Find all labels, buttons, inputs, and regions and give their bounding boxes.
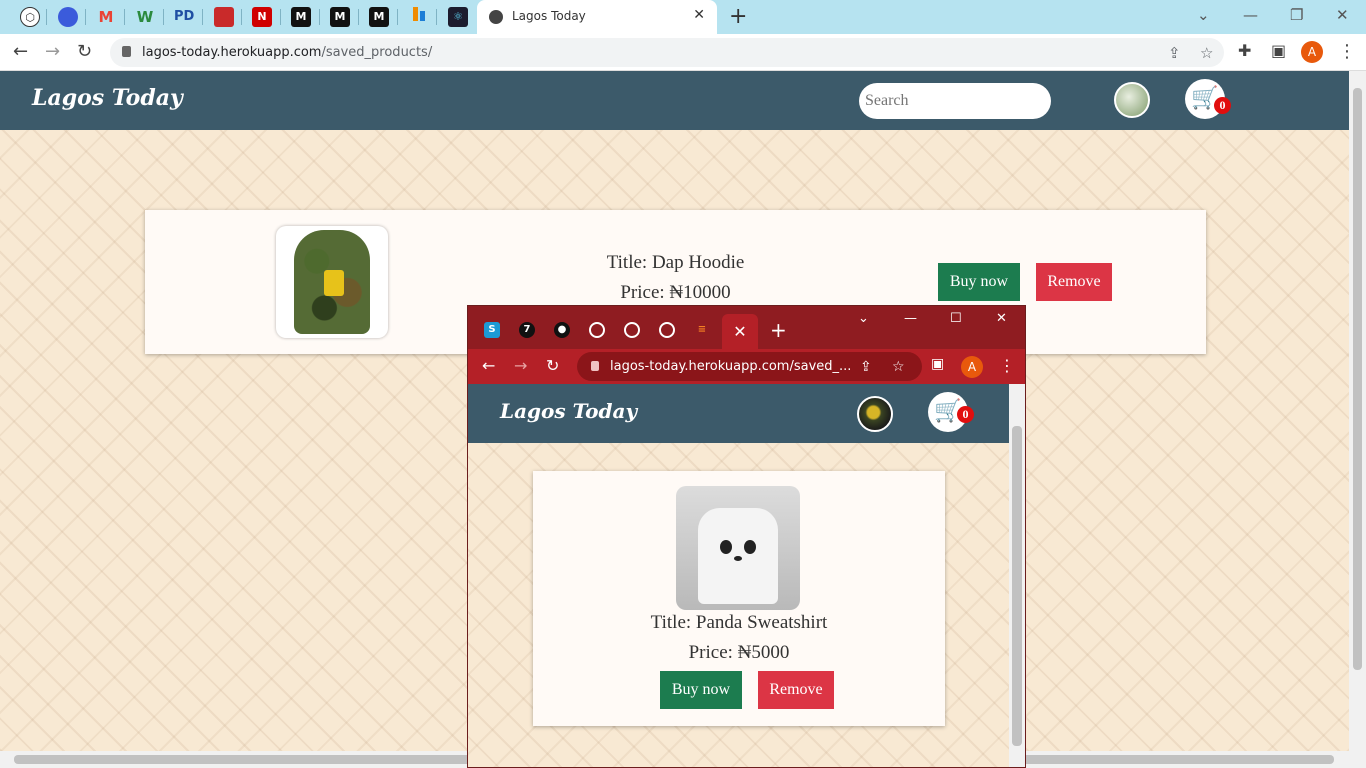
side-panel-icon[interactable]: ▣ <box>1271 41 1286 60</box>
back-icon[interactable]: ← <box>13 41 28 62</box>
forward-icon[interactable]: → <box>45 41 60 62</box>
site-navbar: Lagos Today 🛒 0 <box>0 71 1349 130</box>
overlay-new-tab-button[interactable]: + <box>770 318 787 342</box>
product-title: Title: Panda Sweatshirt <box>650 612 828 633</box>
lock-icon <box>591 361 599 371</box>
minimize-button[interactable]: — <box>1243 6 1258 24</box>
profile-avatar[interactable]: A <box>961 356 983 378</box>
globe-icon[interactable] <box>589 322 605 338</box>
address-bar[interactable]: lagos-today.herokuapp.com/saved_products… <box>110 38 1224 67</box>
reload-icon[interactable]: ↻ <box>546 356 559 375</box>
profile-avatar[interactable]: A <box>1301 41 1323 63</box>
new-tab-button[interactable]: + <box>729 4 747 29</box>
site-logo[interactable]: Lagos Today <box>32 85 183 111</box>
bookmark-star-icon[interactable]: ☆ <box>892 359 905 375</box>
overlay-page-content: Lagos Today 🛒 0 Title: Panda Sweatshirt … <box>468 384 1009 767</box>
overlay-tab-strip: S 7 ● ≡ ✕ + ⌄ — ☐ ✕ <box>468 306 1025 349</box>
product-image[interactable] <box>676 486 800 610</box>
overlay-url-text: lagos-today.herokuapp.com/saved_... <box>610 359 852 374</box>
lock-icon <box>122 46 131 57</box>
s-icon[interactable]: S <box>484 322 500 338</box>
slides-icon[interactable] <box>214 7 234 27</box>
reload-icon[interactable]: ↻ <box>77 41 92 62</box>
cart-count-badge: 0 <box>1214 97 1231 114</box>
medium-icon[interactable]: M <box>330 7 350 27</box>
tab-separator <box>280 9 281 25</box>
tab-separator <box>358 9 359 25</box>
remove-button[interactable]: Remove <box>1036 263 1112 301</box>
forward-icon[interactable]: → <box>514 356 527 375</box>
browser-toolbar: ← → ↻ lagos-today.herokuapp.com/saved_pr… <box>0 34 1366 71</box>
overlay-close-button[interactable]: ✕ <box>996 311 1007 326</box>
buy-now-button[interactable]: Buy now <box>660 671 742 709</box>
globe-icon <box>489 10 503 24</box>
user-avatar[interactable] <box>1114 82 1150 118</box>
app-icon[interactable] <box>58 7 78 27</box>
react-icon[interactable]: ⚛ <box>448 7 468 27</box>
medium-icon[interactable]: M <box>369 7 389 27</box>
medium-icon[interactable]: M <box>291 7 311 27</box>
globe-icon[interactable] <box>659 322 675 338</box>
vertical-scrollbar[interactable] <box>1349 71 1366 751</box>
remove-button[interactable]: Remove <box>758 671 834 709</box>
extension-icon[interactable]: ⬡ <box>20 7 40 27</box>
seven-icon[interactable]: 7 <box>519 322 535 338</box>
tab-separator <box>46 9 47 25</box>
overlay-toolbar: ← → ↻ lagos-today.herokuapp.com/saved_..… <box>468 349 1025 384</box>
tab-search-icon[interactable]: ⌄ <box>1197 6 1210 24</box>
globe-icon[interactable] <box>624 322 640 338</box>
tab-strip: ⬡ M W PD N M M M ⚛ Lagos Today ✕ + ⌄ — ❐… <box>0 0 1366 34</box>
tab-separator <box>124 9 125 25</box>
share-icon[interactable]: ⇪ <box>860 359 872 375</box>
side-panel-icon[interactable]: ▣ <box>931 356 944 372</box>
overlay-active-tab-close-icon[interactable]: ✕ <box>722 314 758 349</box>
tab-separator <box>85 9 86 25</box>
close-window-button[interactable]: ✕ <box>1336 6 1349 24</box>
restore-button[interactable]: ❐ <box>1290 6 1303 24</box>
stackoverflow-icon[interactable]: ≡ <box>694 322 710 338</box>
site-logo[interactable]: Lagos Today <box>500 399 637 423</box>
saved-product-card: Title: Panda Sweatshirt Price: ₦5000 Buy… <box>533 471 945 726</box>
overlay-minimize-button[interactable]: — <box>904 311 917 326</box>
overlay-site-navbar: Lagos Today 🛒 0 <box>468 384 1009 443</box>
tab-separator <box>397 9 398 25</box>
gmail-icon[interactable]: M <box>96 7 116 27</box>
menu-icon[interactable]: ⋮ <box>1338 41 1356 62</box>
cart-count-badge: 0 <box>957 406 974 423</box>
user-avatar[interactable] <box>857 396 893 432</box>
tab-separator <box>202 9 203 25</box>
tab-title: Lagos Today <box>512 9 586 23</box>
overlay-address-bar[interactable]: lagos-today.herokuapp.com/saved_... ⇪ ☆ <box>577 352 922 381</box>
share-icon[interactable]: ⇪ <box>1168 44 1181 62</box>
search-input[interactable] <box>859 83 1051 119</box>
bar-icon[interactable] <box>409 7 429 27</box>
overlay-maximize-button[interactable]: ☐ <box>950 311 962 326</box>
sweatshirt-image <box>698 508 778 604</box>
bookmark-star-icon[interactable]: ☆ <box>1200 44 1213 62</box>
extensions-icon[interactable]: ✚ <box>1238 41 1251 60</box>
pd-icon[interactable]: PD <box>174 7 194 27</box>
buy-now-button[interactable]: Buy now <box>938 263 1020 301</box>
active-tab[interactable]: Lagos Today ✕ <box>477 0 717 34</box>
tab-separator <box>163 9 164 25</box>
url-text: lagos-today.herokuapp.com/saved_products… <box>142 45 433 60</box>
n-icon[interactable]: N <box>252 7 272 27</box>
github-icon[interactable]: ● <box>554 322 570 338</box>
tab-separator <box>319 9 320 25</box>
overlay-browser-window: S 7 ● ≡ ✕ + ⌄ — ☐ ✕ ← → ↻ lagos-today.he… <box>467 305 1026 768</box>
tab-separator <box>436 9 437 25</box>
overlay-tab-search-icon[interactable]: ⌄ <box>858 311 869 326</box>
back-icon[interactable]: ← <box>482 356 495 375</box>
tab-separator <box>241 9 242 25</box>
product-price: Price: ₦5000 <box>688 642 790 663</box>
overlay-vertical-scrollbar[interactable] <box>1009 384 1025 767</box>
w-icon[interactable]: W <box>135 7 155 27</box>
menu-icon[interactable]: ⋮ <box>999 356 1015 375</box>
close-tab-icon[interactable]: ✕ <box>693 7 705 23</box>
